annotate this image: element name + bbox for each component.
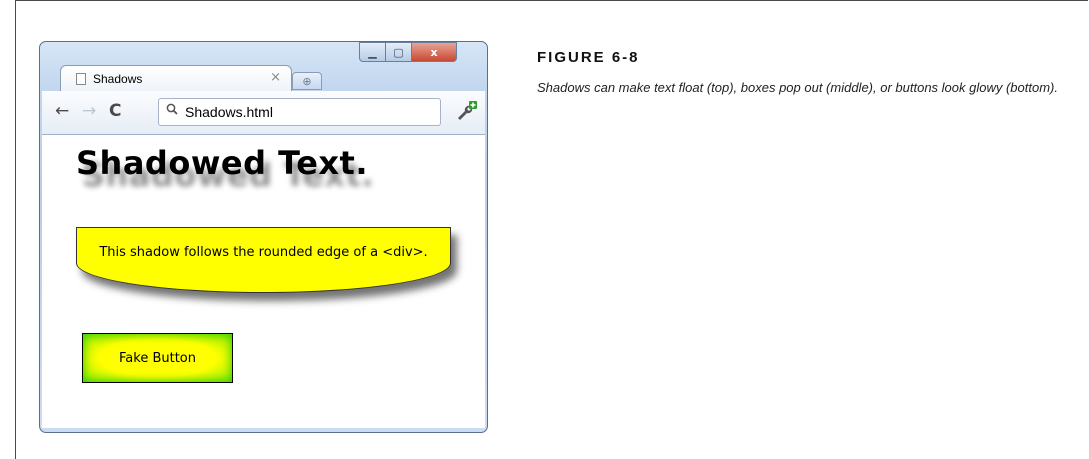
document-icon [76,73,86,85]
maximize-icon: ▢ [393,45,404,59]
fake-button-label: Fake Button [119,350,196,366]
figure-label: FIGURE 6-8 [537,49,640,66]
minimize-icon: ▁ [368,45,377,59]
maximize-button[interactable]: ▢ [385,42,412,62]
wrench-icon[interactable] [455,101,477,123]
plus-icon: ⊕ [302,74,312,88]
search-icon [166,103,178,115]
page-content: Shadowed Text. This shadow follows the r… [42,135,485,428]
tab-close-icon[interactable]: × [270,70,281,85]
minimize-button[interactable]: ▁ [359,42,386,62]
new-tab-button[interactable]: ⊕ [292,72,322,90]
fake-button[interactable]: Fake Button [82,333,233,383]
rounded-shadow-box: This shadow follows the rounded edge of … [76,227,451,293]
tab-title: Shadows [93,72,143,86]
close-window-button[interactable]: x [411,42,457,62]
tab-shadows[interactable]: Shadows × [60,65,292,92]
browser-window: ▁ ▢ x Shadows × ⊕ ← → C Shadows.html Sha… [39,41,488,433]
address-text: Shadows.html [185,104,273,120]
shadowed-heading: Shadowed Text. [76,144,368,182]
browser-toolbar: ← → C Shadows.html [42,91,485,135]
address-bar[interactable]: Shadows.html [158,98,441,126]
forward-arrow-icon[interactable]: → [82,101,96,121]
reload-icon[interactable]: C [109,101,121,121]
back-arrow-icon[interactable]: ← [55,101,69,121]
figure-caption: Shadows can make text float (top), boxes… [537,80,1058,95]
close-icon: x [430,45,438,59]
